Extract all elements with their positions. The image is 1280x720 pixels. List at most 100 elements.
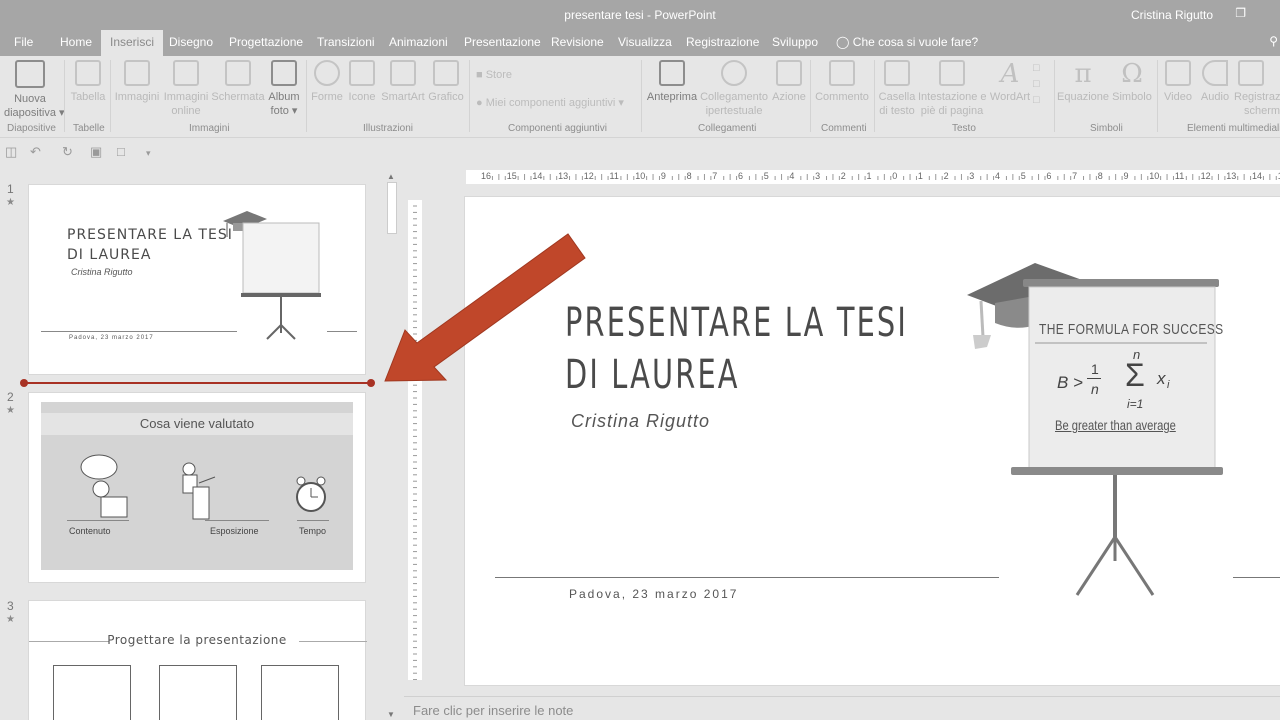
- thumb-label-esposizione: Esposizione: [210, 526, 259, 536]
- table-button[interactable]: Tabella: [68, 60, 108, 104]
- slide-footer[interactable]: Padova, 23 marzo 2017: [569, 587, 738, 601]
- tab-sviluppo[interactable]: Sviluppo: [763, 30, 827, 56]
- formula-b: B >: [1057, 373, 1083, 392]
- slide-canvas[interactable]: PRESENTARE LA TESI DI LAUREA Cristina Ri…: [464, 196, 1280, 686]
- wordart-icon: A: [1000, 59, 1020, 89]
- hyperlink-button[interactable]: Collegamento ipertestuale: [700, 60, 768, 118]
- textbox-button[interactable]: Casella di testo: [877, 60, 917, 118]
- search-icon[interactable]: ⚲: [1269, 34, 1278, 48]
- images-icon: [124, 60, 150, 86]
- board-title: THE FORMULA FOR SUCCESS: [1039, 321, 1224, 338]
- formula-sigma: Σ: [1125, 357, 1145, 393]
- photo-album-button[interactable]: Album foto ▾: [266, 60, 302, 118]
- lecturer-doodle-icon: [182, 462, 216, 520]
- comment-button[interactable]: Commento: [814, 60, 870, 104]
- thumb-rule: [327, 331, 357, 332]
- tab-visualizza[interactable]: Visualizza: [609, 30, 681, 56]
- textbox-icon: [884, 60, 910, 86]
- notes-pane[interactable]: Fare clic per inserire le note: [404, 696, 1280, 720]
- scroll-down-icon[interactable]: ▼: [387, 710, 395, 719]
- tab-presentazione[interactable]: Presentazione: [455, 30, 550, 56]
- repeat-icon[interactable]: ↻: [62, 144, 73, 160]
- window-title: presentare tesi - PowerPoint: [564, 8, 716, 22]
- slide-author[interactable]: Cristina Rigutto: [571, 411, 710, 432]
- ruler-label: 11: [609, 171, 619, 181]
- separator: [469, 60, 470, 132]
- ruler-label: 1: [866, 171, 872, 181]
- icons-icon: [349, 60, 375, 86]
- header-footer-button[interactable]: Intestazione e piè di pagina: [918, 60, 987, 118]
- animation-star-icon: ★: [6, 614, 15, 625]
- images-label: Immagini: [114, 91, 160, 103]
- user-name[interactable]: Cristina Rigutto: [1131, 8, 1213, 22]
- recording-label-1: Registraz: [1234, 91, 1280, 103]
- store-icon: ■: [476, 69, 483, 81]
- tab-home[interactable]: Home: [51, 30, 101, 56]
- ruler-ticks: [413, 205, 417, 681]
- ribbon-display-options-icon[interactable]: ❐: [1235, 6, 1246, 20]
- ruler-label: 5: [763, 171, 769, 181]
- ruler-label: 5: [1020, 171, 1026, 181]
- tab-disegno[interactable]: Disegno: [160, 30, 222, 56]
- separator: [1054, 60, 1055, 132]
- screen-recording-button[interactable]: Registraz scherm: [1234, 60, 1280, 118]
- icons-label: Icone: [348, 91, 376, 103]
- tab-revisione[interactable]: Revisione: [542, 30, 613, 56]
- tab-file[interactable]: File: [5, 30, 42, 56]
- new-slide-button[interactable]: Nuova diapositiva ▾: [4, 60, 65, 120]
- slide-thumbnail-2[interactable]: Cosa viene valutato Contenuto Esposizion…: [28, 392, 366, 583]
- chalkboard-illustration: [223, 211, 321, 340]
- slide-thumbnail-3[interactable]: Progettare la presentazione: [28, 600, 367, 720]
- recording-label-2: scherm: [1244, 105, 1280, 117]
- action-button[interactable]: Azione: [771, 60, 807, 104]
- thumb-label-contenuto: Contenuto: [69, 526, 111, 536]
- tab-inserisci[interactable]: Inserisci: [101, 30, 164, 56]
- wordart-button[interactable]: A WordArt: [988, 60, 1032, 104]
- tab-transizioni[interactable]: Transizioni: [308, 30, 384, 56]
- equation-button[interactable]: π Equazione: [1057, 60, 1109, 104]
- ruler-label: 15: [506, 171, 517, 181]
- slide-title[interactable]: PRESENTARE LA TESI DI LAUREA: [565, 297, 908, 401]
- separator: [110, 60, 111, 132]
- thumb-label-tempo: Tempo: [299, 526, 327, 536]
- tab-animazioni[interactable]: Animazioni: [380, 30, 457, 56]
- album-label-2: foto ▾: [270, 105, 298, 117]
- smartart-button[interactable]: SmartArt: [380, 60, 426, 104]
- chart-label: Grafico: [428, 91, 464, 103]
- chevron-down-icon: ▾: [618, 97, 624, 109]
- audio-button[interactable]: Audio: [1198, 60, 1232, 104]
- save-icon[interactable]: ◫: [5, 144, 17, 160]
- slide-thumbnail-1[interactable]: PRESENTARE LA TESI DI LAUREA Cristina Ri…: [28, 184, 366, 375]
- slide-number: 3: [7, 599, 14, 613]
- scrollbar-thumb[interactable]: [387, 182, 397, 234]
- symbol-button[interactable]: Ω Simbolo: [1110, 60, 1154, 104]
- preview-button[interactable]: Anteprima: [645, 60, 699, 104]
- shapes-button[interactable]: Forme: [310, 60, 344, 104]
- thumb-panel: [159, 665, 237, 720]
- ruler-label: 0: [892, 171, 898, 181]
- text-small-icons[interactable]: □ □ □: [1033, 60, 1040, 108]
- tab-registrazione[interactable]: Registrazione: [677, 30, 768, 56]
- store-button[interactable]: ■ Store: [476, 69, 512, 81]
- group-label-immagini: Immagini: [189, 123, 230, 134]
- insertion-line: [22, 382, 372, 384]
- scroll-up-icon[interactable]: ▲: [387, 172, 395, 181]
- thumb-rule: [41, 331, 237, 332]
- undo-icon[interactable]: ↶: [30, 144, 41, 160]
- thumbnail-scrollbar[interactable]: ▲ ▼: [384, 170, 400, 720]
- select-icon[interactable]: □: [117, 144, 125, 159]
- my-addins-button[interactable]: ● Miei componenti aggiuntivi ▾: [476, 96, 624, 109]
- header-footer-label-2: piè di pagina: [920, 105, 984, 117]
- icons-button[interactable]: Icone: [346, 60, 378, 104]
- video-label: Video: [1164, 91, 1192, 103]
- tell-me-box[interactable]: ◯ Che cosa si vuole fare?: [836, 30, 978, 54]
- screenshot-button[interactable]: Schermata: [211, 60, 265, 104]
- customize-icon[interactable]: ▾: [146, 148, 151, 159]
- online-images-button[interactable]: Immagini online: [162, 60, 210, 118]
- present-icon[interactable]: ▣: [90, 144, 102, 160]
- formula-sub: i: [1167, 379, 1170, 391]
- chart-button[interactable]: Grafico: [427, 60, 465, 104]
- tab-progettazione[interactable]: Progettazione: [220, 30, 312, 56]
- video-button[interactable]: Video: [1161, 60, 1195, 104]
- images-button[interactable]: Immagini: [114, 60, 160, 104]
